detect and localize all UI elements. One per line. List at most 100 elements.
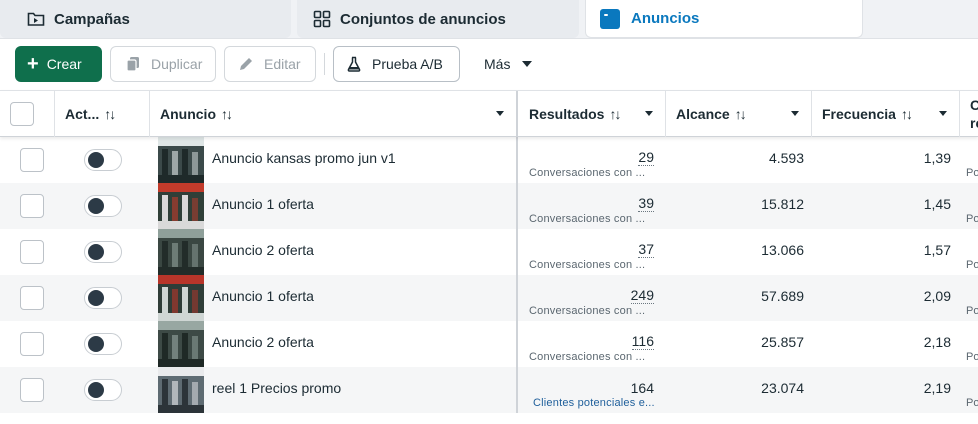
results-cell: 37 Conversaciones con ... <box>519 229 666 275</box>
results-cell: 164 Clientes potenciales e... <box>519 367 666 413</box>
column-header-active[interactable]: Act... ↑↓ <box>55 91 150 137</box>
column-label: Act... <box>65 106 100 122</box>
more-label: Más <box>484 56 511 72</box>
frequency-cell: 1,39 <box>812 137 960 183</box>
results-value: 37 <box>638 241 654 258</box>
sort-icon[interactable]: ↑↓ <box>221 106 233 122</box>
delivery-toggle[interactable] <box>83 241 122 263</box>
results-cell: 249 Conversaciones con ... <box>519 275 666 321</box>
results-type: Conversaciones con ... <box>529 167 646 179</box>
frequency-value: 1,57 <box>923 242 951 258</box>
edit-label: Editar <box>264 56 301 72</box>
tab-campaigns[interactable]: Campañas <box>0 0 291 38</box>
reach-cell: 23.074 <box>666 367 812 413</box>
chevron-down-icon[interactable] <box>939 111 947 116</box>
next-column-cell: Po <box>960 183 978 229</box>
select-all-checkbox[interactable] <box>10 102 34 126</box>
folder-icon <box>26 9 46 29</box>
ad-name-link[interactable]: Anuncio 2 oferta <box>212 334 314 350</box>
ad-name-link[interactable]: reel 1 Precios promo <box>212 380 341 396</box>
table-row[interactable]: Anuncio 2 oferta 116 Conversaciones con ..… <box>0 321 978 367</box>
row-active <box>55 275 150 321</box>
row-checkbox[interactable] <box>19 378 44 402</box>
column-header-reach[interactable]: Alcance ↑↓ <box>666 91 812 137</box>
results-value: 39 <box>638 195 654 212</box>
more-dropdown[interactable]: Más <box>472 46 542 82</box>
reach-value: 15.812 <box>761 196 804 212</box>
duplicate-button[interactable]: Duplicar <box>110 46 216 82</box>
chevron-down-icon[interactable] <box>496 111 504 116</box>
frequency-value: 2,09 <box>923 288 951 304</box>
column-header-next[interactable]: C re <box>960 91 978 137</box>
row-checkbox[interactable] <box>19 332 44 356</box>
table-header: Act... ↑↓ Anuncio ↑↓ Resultados ↑↓ Alcan… <box>0 90 978 137</box>
results-value: 249 <box>630 287 654 304</box>
delivery-toggle[interactable] <box>83 379 122 401</box>
row-active <box>55 183 150 229</box>
chevron-down-icon[interactable] <box>791 111 799 116</box>
delivery-toggle[interactable] <box>83 195 122 217</box>
ads-table: Act... ↑↓ Anuncio ↑↓ Resultados ↑↓ Alcan… <box>0 90 978 424</box>
results-value: 29 <box>638 149 654 166</box>
row-checkbox[interactable] <box>19 194 44 218</box>
row-active <box>55 367 150 413</box>
delivery-toggle[interactable] <box>83 333 122 355</box>
ab-test-button[interactable]: Prueba A/B <box>333 46 460 82</box>
row-select <box>0 367 55 413</box>
ad-name-link[interactable]: Anuncio kansas promo jun v1 <box>212 150 396 166</box>
table-row[interactable]: Anuncio kansas promo jun v1 29 Conversacio… <box>0 137 978 183</box>
reach-cell: 25.857 <box>666 321 812 367</box>
results-cell: 116 Conversaciones con ... <box>519 321 666 367</box>
toolbar-divider <box>324 53 325 75</box>
frequency-value: 1,45 <box>923 196 951 212</box>
ad-cell: reel 1 Precios promo <box>150 367 518 413</box>
row-checkbox[interactable] <box>19 286 44 310</box>
column-header-ad[interactable]: Anuncio ↑↓ <box>150 91 518 137</box>
reach-cell: 15.812 <box>666 183 812 229</box>
column-header-frequency[interactable]: Frecuencia ↑↓ <box>812 91 960 137</box>
ad-cell: Anuncio kansas promo jun v1 <box>150 137 518 183</box>
results-type: Clientes potenciales e... <box>533 397 655 409</box>
delivery-toggle[interactable] <box>83 149 122 171</box>
duplicate-label: Duplicar <box>151 56 203 72</box>
table-row[interactable]: Anuncio 1 oferta 249 Conversaciones con ..… <box>0 275 978 321</box>
sort-icon[interactable]: ↑↓ <box>735 106 747 122</box>
reach-value: 57.689 <box>761 288 804 304</box>
row-select <box>0 321 55 367</box>
frequency-cell: 2,09 <box>812 275 960 321</box>
next-column-value: Po <box>966 397 978 409</box>
row-checkbox[interactable] <box>19 240 44 264</box>
next-column-value: Po <box>966 259 978 271</box>
ad-name-link[interactable]: Anuncio 1 oferta <box>212 288 314 304</box>
ad-thumbnail <box>158 321 204 367</box>
ad-name-link[interactable]: Anuncio 2 oferta <box>212 242 314 258</box>
ad-cell: Anuncio 1 oferta <box>150 183 518 229</box>
chevron-down-icon[interactable] <box>645 111 653 116</box>
table-row[interactable]: Anuncio 1 oferta 39 Conversaciones con ...… <box>0 183 978 229</box>
reach-cell: 57.689 <box>666 275 812 321</box>
create-button[interactable]: + Crear <box>15 46 102 82</box>
row-checkbox[interactable] <box>19 148 44 172</box>
table-row[interactable]: Anuncio 2 oferta 37 Conversaciones con ...… <box>0 229 978 275</box>
frequency-cell: 1,57 <box>812 229 960 275</box>
sort-icon[interactable]: ↑↓ <box>104 106 116 122</box>
results-type: Conversaciones con ... <box>529 351 646 363</box>
frequency-value: 2,18 <box>923 334 951 350</box>
header-select-all <box>0 91 55 137</box>
delivery-toggle[interactable] <box>83 287 122 309</box>
reach-value: 13.066 <box>761 242 804 258</box>
frequency-cell: 2,19 <box>812 367 960 413</box>
column-label: Alcance <box>676 106 730 122</box>
table-row[interactable]: reel 1 Precios promo 164 Clientes potencia… <box>0 367 978 413</box>
ad-name-link[interactable]: Anuncio 1 oferta <box>212 196 314 212</box>
tab-ads[interactable]: Anuncios <box>585 0 863 38</box>
ad-icon <box>600 8 620 29</box>
sort-icon[interactable]: ↑↓ <box>609 106 621 122</box>
results-cell: 39 Conversaciones con ... <box>519 183 666 229</box>
results-value: 116 <box>631 333 654 350</box>
tab-ad-sets[interactable]: Conjuntos de anuncios <box>297 0 579 38</box>
row-select <box>0 229 55 275</box>
column-header-results[interactable]: Resultados ↑↓ <box>519 91 666 137</box>
sort-icon[interactable]: ↑↓ <box>901 106 913 122</box>
edit-button[interactable]: Editar <box>224 46 316 82</box>
